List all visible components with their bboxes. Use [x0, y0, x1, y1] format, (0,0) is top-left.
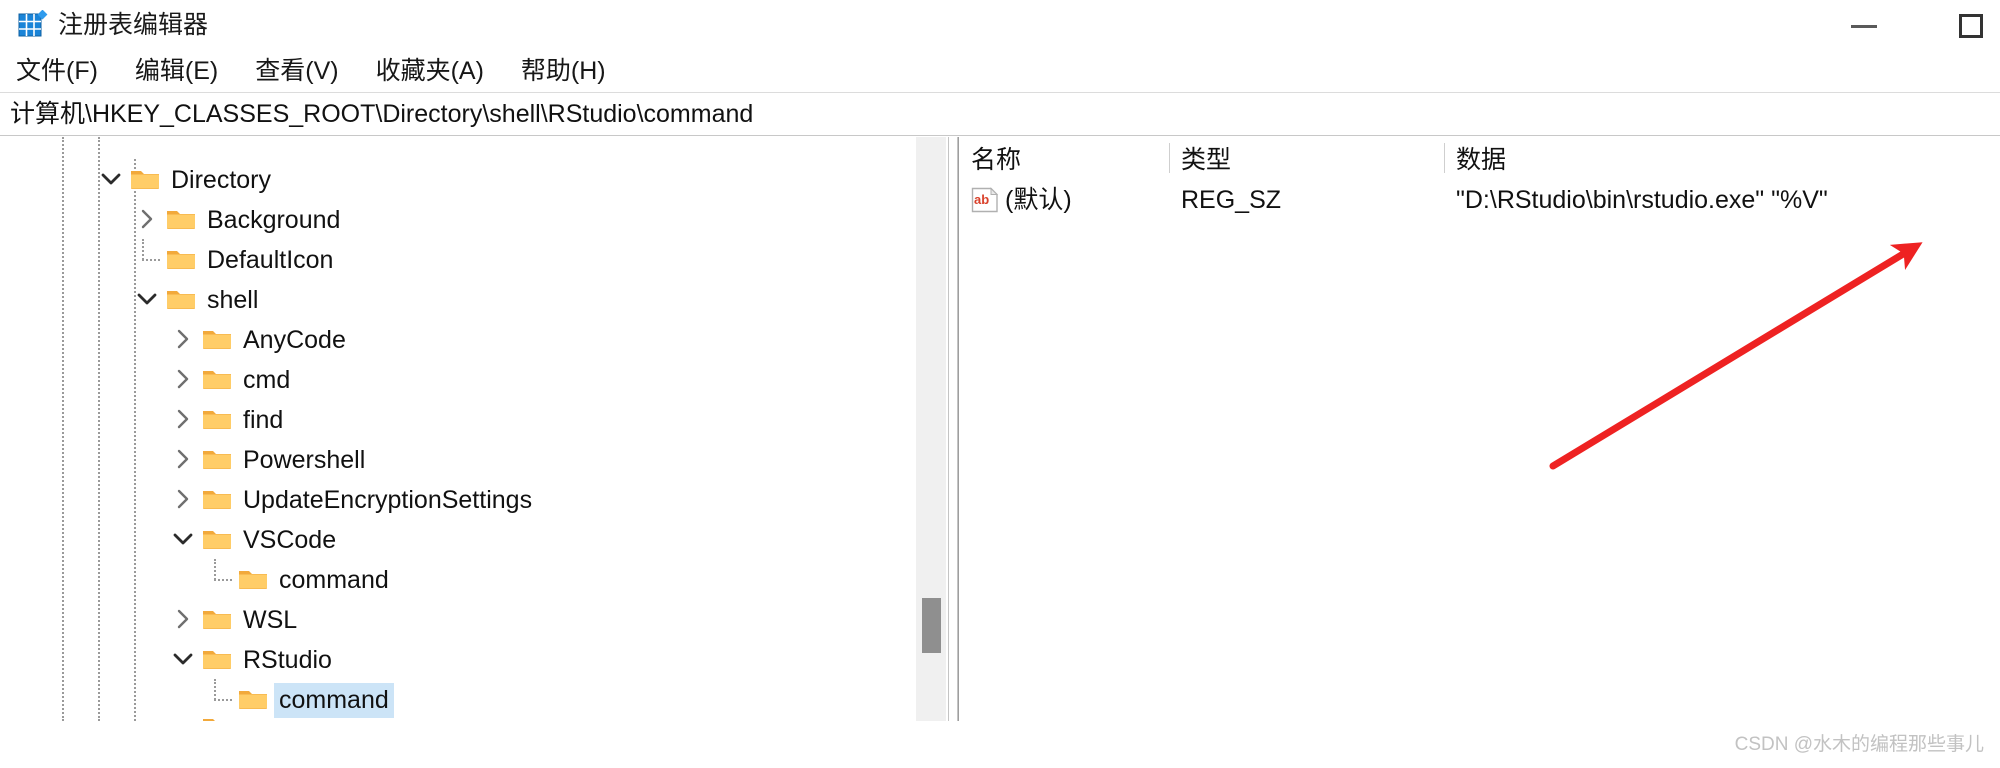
chevron-right-icon[interactable]	[134, 206, 160, 232]
svg-text:ab: ab	[974, 192, 989, 207]
minimize-icon	[1851, 24, 1877, 28]
value-name: (默认)	[1005, 186, 1072, 214]
chevron-right-icon[interactable]	[170, 406, 196, 432]
tree-node-rstudio[interactable]: RStudio	[0, 639, 948, 679]
tree-node-label[interactable]: VSCode	[238, 523, 341, 558]
menu-favorites[interactable]: 收藏夹(A)	[374, 53, 486, 89]
tree-node-updateencryptionsettings[interactable]: UpdateEncryptionSettings	[0, 479, 948, 519]
column-header-data[interactable]: 数据	[1444, 137, 2000, 179]
folder-icon	[202, 407, 232, 431]
tree-node-label[interactable]: command	[274, 683, 394, 718]
menu-bar: 文件(F) 编辑(E) 查看(V) 收藏夹(A) 帮助(H)	[0, 50, 2000, 92]
tree-node-label[interactable]: Powershell	[238, 443, 370, 478]
chevron-down-icon[interactable]	[98, 166, 124, 192]
tree-node-label[interactable]: command	[274, 563, 394, 598]
value-type: REG_SZ	[1181, 186, 1282, 214]
window-title: 注册表编辑器	[58, 11, 209, 39]
column-header-type[interactable]: 类型	[1169, 137, 1444, 179]
menu-edit[interactable]: 编辑(E)	[133, 53, 220, 89]
registry-tree-panel[interactable]: Directory Background DefaultIcon shell AnyCo…	[0, 137, 948, 721]
chevron-right-icon[interactable]	[170, 606, 196, 632]
table-row[interactable]: ab (默认) REG_SZ "D:\RStudio\bin\rstudio.e…	[959, 181, 2000, 221]
maximize-button[interactable]	[1925, 0, 2000, 52]
tree-node-label[interactable]: UpdateEncryptionSettings	[238, 483, 537, 518]
menu-view[interactable]: 查看(V)	[253, 53, 340, 89]
column-header-data-label: 数据	[1456, 146, 1507, 174]
folder-icon	[202, 327, 232, 351]
folder-icon	[166, 247, 196, 271]
tree-node-find[interactable]: find	[0, 399, 948, 439]
chevron-right-icon[interactable]	[170, 446, 196, 472]
minimize-button[interactable]	[1818, 0, 1910, 52]
tree-node-powershell[interactable]: Powershell	[0, 439, 948, 479]
folder-icon	[202, 647, 232, 671]
menu-file[interactable]: 文件(F)	[14, 53, 100, 89]
title-bar: 注册表编辑器	[0, 0, 2000, 52]
tree-node-shell[interactable]: shell	[0, 279, 948, 319]
folder-icon	[238, 567, 268, 591]
chevron-down-icon[interactable]	[134, 286, 160, 312]
tree-node-label[interactable]: WSL	[238, 603, 302, 638]
folder-icon	[202, 527, 232, 551]
chevron-down-icon[interactable]	[170, 646, 196, 672]
folder-icon	[166, 287, 196, 311]
tree-connector	[142, 239, 144, 260]
folder-icon	[130, 167, 160, 191]
tree-node-wsl[interactable]: WSL	[0, 599, 948, 639]
tree-node-defaulticon[interactable]: DefaultIcon	[0, 239, 948, 279]
tree-node-anycode[interactable]: AnyCode	[0, 319, 948, 359]
tree-node-label[interactable]: shell	[202, 283, 263, 318]
folder-icon	[166, 207, 196, 231]
chevron-down-icon[interactable]	[170, 526, 196, 552]
chevron-right-icon[interactable]	[170, 326, 196, 352]
tree-node-label[interactable]: RStudio	[238, 643, 337, 678]
registry-editor-icon	[18, 9, 48, 40]
tree-node-directory[interactable]: Directory	[0, 159, 948, 199]
tree-node-vscode[interactable]: VSCode	[0, 519, 948, 559]
registry-editor-window: 注册表编辑器 文件(F) 编辑(E) 查看(V) 收藏夹(A) 帮助(H) 计算…	[0, 0, 2000, 768]
column-header-name[interactable]: 名称	[959, 137, 1169, 179]
folder-icon	[202, 607, 232, 631]
tree-node-label[interactable]: Background	[202, 203, 345, 238]
pane-splitter[interactable]	[948, 137, 958, 721]
tree-node-label[interactable]: DefaultIcon	[202, 243, 338, 278]
folder-icon	[202, 447, 232, 471]
registry-path: 计算机\HKEY_CLASSES_ROOT\Directory\shell\RS…	[10, 100, 754, 128]
folder-icon	[238, 687, 268, 711]
folder-icon	[202, 715, 232, 721]
tree-connector	[214, 559, 216, 580]
tree-connector	[142, 259, 160, 261]
registry-values-panel[interactable]: 名称 类型 数据 ab (默认) REG_SZ "D:\RStudio\bin\…	[958, 137, 2000, 721]
folder-icon	[202, 367, 232, 391]
tree-node-label[interactable]: Directory	[166, 163, 276, 198]
column-header-name-label: 名称	[971, 146, 1022, 174]
maximize-icon	[1959, 14, 1983, 38]
tree-node-cmd[interactable]: cmd	[0, 359, 948, 399]
tree-node-command[interactable]: command	[0, 559, 948, 599]
value-data: "D:\RStudio\bin\rstudio.exe" "%V"	[1456, 186, 1828, 214]
tree-node-command[interactable]: command	[0, 679, 948, 719]
chevron-right-icon[interactable]	[170, 486, 196, 512]
tree-connector	[214, 579, 232, 581]
tree-node-label[interactable]: find	[238, 403, 288, 438]
tree-node-label[interactable]: AnyCode	[238, 323, 351, 358]
address-bar[interactable]: 计算机\HKEY_CLASSES_ROOT\Directory\shell\RS…	[0, 92, 2000, 136]
menu-help[interactable]: 帮助(H)	[519, 53, 608, 89]
tree-node-label[interactable]: cmd	[238, 363, 295, 398]
watermark-text: CSDN @水木的编程那些事儿	[1734, 734, 1984, 755]
tree-connector	[214, 699, 232, 701]
tree-node-background[interactable]: Background	[0, 199, 948, 239]
tree-scrollbar-thumb[interactable]	[922, 598, 941, 653]
tree-connector	[214, 679, 216, 700]
column-header-type-label: 类型	[1181, 146, 1232, 174]
string-value-icon: ab	[971, 187, 999, 213]
chevron-right-icon[interactable]	[170, 366, 196, 392]
folder-icon	[202, 487, 232, 511]
